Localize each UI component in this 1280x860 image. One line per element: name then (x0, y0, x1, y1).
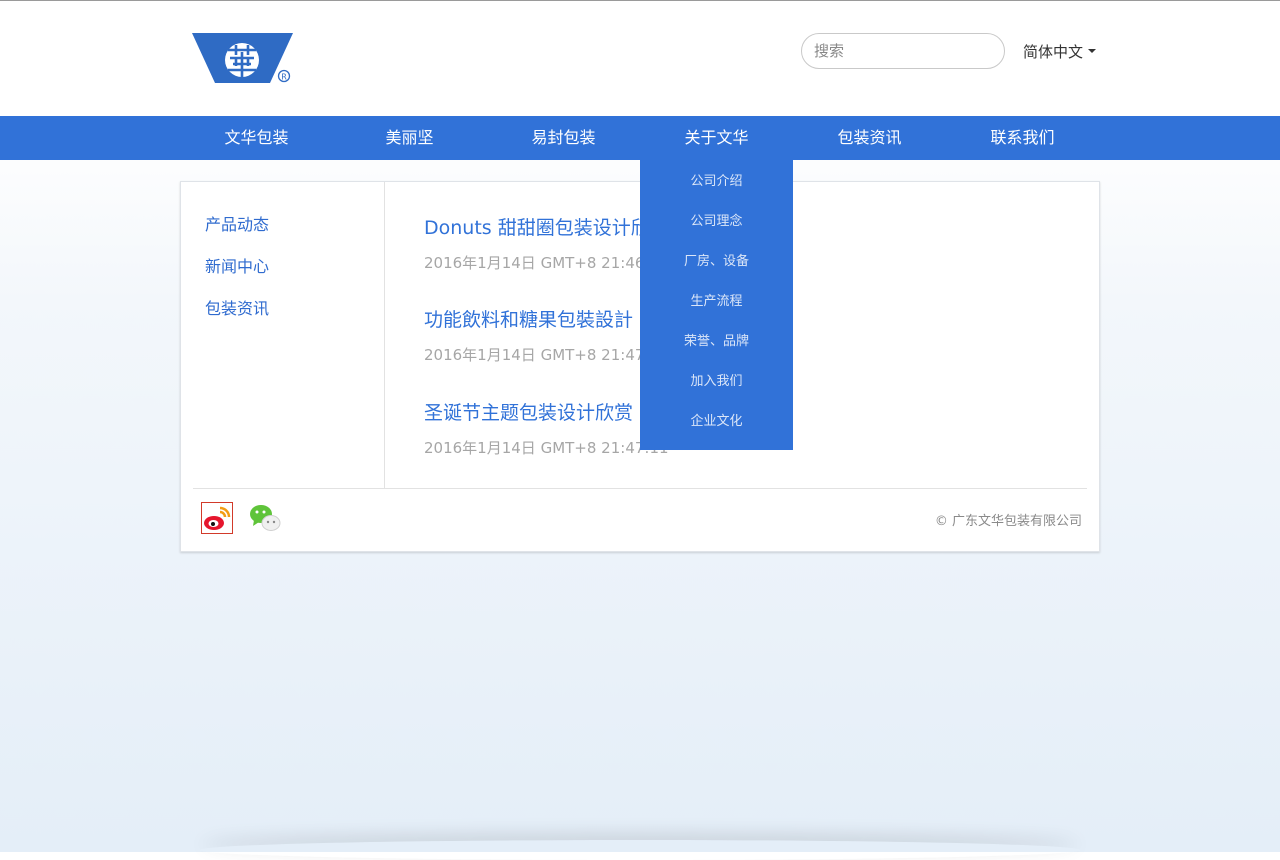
nav-item-yifeng-packaging[interactable]: 易封包装 (487, 116, 640, 160)
dropdown-item-company-intro[interactable]: 公司介绍 (640, 162, 793, 202)
article-title[interactable]: Donuts 甜甜圈包装设计欣赏 (424, 213, 669, 240)
sidebar: 产品动态 新闻中心 包装资讯 (181, 182, 385, 488)
about-dropdown-menu: 公司介绍 公司理念 厂房、设备 生产流程 荣誉、品牌 加入我们 企业文化 (640, 160, 793, 450)
article-title[interactable]: 功能飲料和糖果包裝設計 (424, 305, 633, 332)
article-title[interactable]: 圣诞节主题包装设计欣赏 (424, 398, 633, 425)
copyright-text: © 广东文华包装有限公司 (934, 514, 1082, 529)
wechat-icon[interactable] (249, 502, 281, 534)
search-input[interactable] (801, 33, 1005, 69)
weibo-icon[interactable] (201, 502, 233, 534)
wenhua-logo[interactable]: R (192, 33, 294, 85)
sidebar-item-news-center[interactable]: 新闻中心 (205, 253, 269, 277)
language-selector[interactable]: 简体中文 (1023, 41, 1097, 61)
nav-item-about[interactable]: 关于文华 (640, 116, 793, 160)
sidebar-item-packaging-news[interactable]: 包装资讯 (205, 295, 269, 319)
dropdown-item-honors-brands[interactable]: 荣誉、品牌 (640, 322, 793, 362)
svg-text:R: R (281, 73, 287, 82)
page-bottom-shadow (200, 840, 1080, 860)
nav-item-contact[interactable]: 联系我们 (946, 116, 1099, 160)
nav-item-packaging-news[interactable]: 包装资讯 (793, 116, 946, 160)
dropdown-item-corporate-culture[interactable]: 企业文化 (640, 402, 793, 442)
article-date: 2016年1月14日 GMT+8 21:47:11 (424, 439, 669, 457)
dropdown-item-join-us[interactable]: 加入我们 (640, 362, 793, 402)
dropdown-item-facilities[interactable]: 厂房、设备 (640, 242, 793, 282)
article-date: 2016年1月14日 GMT+8 21:47:11 (424, 346, 669, 364)
chevron-down-icon (1088, 49, 1097, 53)
language-label: 简体中文 (1023, 42, 1084, 61)
main-nav: 文华包装 美丽坚 易封包装 关于文华 包装资讯 联系我们 (0, 116, 1280, 160)
nav-item-wenhua-packaging[interactable]: 文华包装 (180, 116, 333, 160)
footer-divider (193, 488, 1087, 489)
nav-item-meilijian[interactable]: 美丽坚 (333, 116, 486, 160)
dropdown-item-production-process[interactable]: 生产流程 (640, 282, 793, 322)
article-date: 2016年1月14日 GMT+8 21:46:44 (424, 254, 669, 272)
sidebar-item-product-news[interactable]: 产品动态 (205, 211, 269, 235)
top-border (0, 0, 1280, 1)
dropdown-item-company-philosophy[interactable]: 公司理念 (640, 202, 793, 242)
